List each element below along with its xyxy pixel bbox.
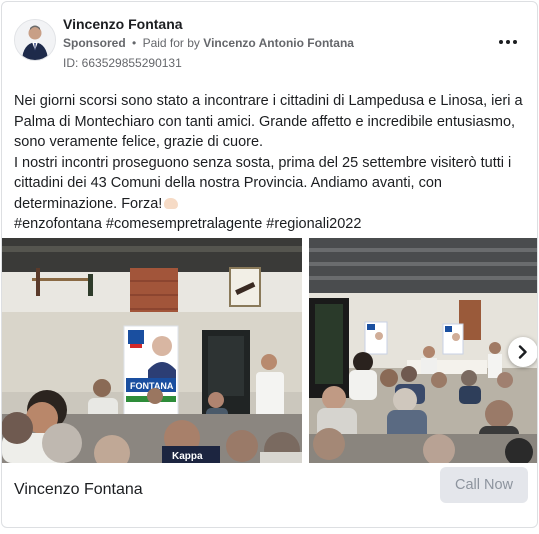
ad-meta: Sponsored • Paid for by Vincenzo Antonio… <box>63 36 354 50</box>
payer-name[interactable]: Vincenzo Antonio Fontana <box>203 36 354 50</box>
more-options-button[interactable] <box>496 30 520 54</box>
person-icon <box>15 20 55 60</box>
page-name[interactable]: Vincenzo Fontana <box>63 16 183 32</box>
paid-for-prefix: Paid for by <box>142 36 200 50</box>
flexed-biceps-icon <box>164 197 179 209</box>
page-avatar[interactable] <box>14 19 56 61</box>
image-carousel: FONTANA Kappa <box>2 238 537 463</box>
meeting-photo-1: FONTANA Kappa <box>2 238 302 463</box>
sponsored-label: Sponsored <box>63 36 126 50</box>
carousel-slide-1[interactable]: FONTANA Kappa <box>2 238 302 463</box>
post-paragraph-2: I nostri incontri proseguono senza sosta… <box>14 153 524 215</box>
post-hashtags[interactable]: #enzofontana #comesempretralagente #regi… <box>14 214 524 235</box>
chevron-right-icon <box>518 345 527 359</box>
carousel-slide-2[interactable] <box>309 238 537 463</box>
ad-header: Vincenzo Fontana Sponsored • Paid for by… <box>2 2 537 82</box>
footer-page-name[interactable]: Vincenzo Fontana <box>14 481 143 499</box>
call-now-button[interactable]: Call Now <box>440 467 528 503</box>
post-paragraph-2-text: I nostri incontri proseguono senza sosta… <box>14 154 512 212</box>
ad-footer: Vincenzo Fontana Call Now <box>2 463 537 525</box>
meeting-photo-2 <box>309 238 537 463</box>
post-text: Nei giorni scorsi sono stato a incontrar… <box>14 91 524 235</box>
ad-id: ID: 663529855290131 <box>63 56 182 70</box>
post-paragraph-1: Nei giorni scorsi sono stato a incontrar… <box>14 93 523 150</box>
meta-separator: • <box>132 36 137 50</box>
shirt-logo-text: Kappa <box>172 451 203 462</box>
carousel-next-button[interactable] <box>508 337 537 367</box>
ad-card: Vincenzo Fontana Sponsored • Paid for by… <box>1 1 538 528</box>
more-horizontal-icon <box>498 40 519 44</box>
